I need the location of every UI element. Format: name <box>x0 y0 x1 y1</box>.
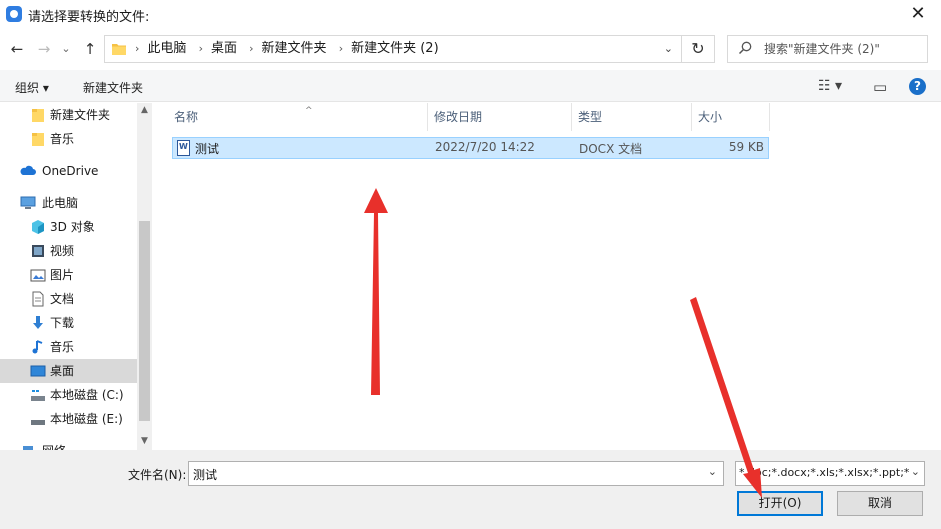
address-dropdown-icon[interactable]: ⌄ <box>664 36 673 62</box>
cancel-button[interactable]: 取消 <box>837 491 923 516</box>
sidebar-item-music-folder[interactable]: 音乐 <box>0 127 137 151</box>
address-bar[interactable]: › 此电脑 › 桌面 › 新建文件夹 › 新建文件夹 (2) ⌄ <box>104 35 682 63</box>
document-icon <box>32 291 44 307</box>
file-size: 59 KB <box>728 140 764 154</box>
scroll-up-icon[interactable]: ▲ <box>137 103 152 117</box>
sidebar-item-music[interactable]: 音乐 <box>0 335 137 359</box>
search-box[interactable] <box>727 35 928 63</box>
help-icon[interactable]: ? <box>909 78 926 95</box>
folder-icon <box>112 44 126 55</box>
folder-icon <box>32 133 44 146</box>
sidebar-scrollbar[interactable]: ▲ ▼ <box>137 103 152 450</box>
chevron-down-icon[interactable]: ⌄ <box>908 465 920 478</box>
word-document-icon <box>177 140 190 156</box>
computer-icon <box>20 196 36 209</box>
filename-combobox[interactable]: ⌄ <box>188 461 724 486</box>
organize-menu[interactable]: 组织 ▾ <box>15 79 49 96</box>
sort-ascending-icon: ^ <box>305 106 313 116</box>
sidebar-item-desktop[interactable]: 桌面 <box>0 359 137 383</box>
column-header-name[interactable]: 名称 ^ <box>168 103 428 131</box>
column-header-modified[interactable]: 修改日期 <box>428 103 572 131</box>
sidebar-item-this-pc[interactable]: 此电脑 <box>0 191 137 215</box>
scroll-down-icon[interactable]: ▼ <box>137 434 152 448</box>
up-button[interactable]: ↑ <box>79 38 101 60</box>
network-icon <box>23 446 33 450</box>
recent-locations-button[interactable]: ⌄ <box>58 38 74 60</box>
breadcrumb: › 此电脑 › 桌面 › 新建文件夹 › 新建文件夹 (2) <box>135 41 439 56</box>
app-icon <box>6 6 22 22</box>
chevron-down-icon[interactable]: ⌄ <box>708 465 717 478</box>
forward-button[interactable]: → <box>33 38 55 60</box>
sidebar-item-3d-objects[interactable]: 3D 对象 <box>0 215 137 239</box>
sidebar-item-network[interactable]: 网络 <box>0 439 137 450</box>
sidebar-item-drive-e[interactable]: 本地磁盘 (E:) <box>0 407 137 431</box>
sidebar-item-pictures[interactable]: 图片 <box>0 263 137 287</box>
file-type: DOCX 文档 <box>579 142 643 156</box>
folder-icon <box>32 109 44 122</box>
sidebar-item-drive-c[interactable]: 本地磁盘 (C:) <box>0 383 137 407</box>
sidebar-item-onedrive[interactable]: OneDrive <box>0 159 137 183</box>
video-icon <box>32 245 44 257</box>
column-header-size[interactable]: 大小 <box>692 103 770 131</box>
music-icon <box>32 340 43 354</box>
title-bar: 请选择要转换的文件: ✕ <box>0 0 941 30</box>
file-list: 名称 ^ 修改日期 类型 大小 测试 2022/7/20 14:22 DOCX … <box>156 103 941 450</box>
breadcrumb-this-pc[interactable]: 此电脑 <box>147 41 186 56</box>
search-input[interactable] <box>764 39 924 59</box>
column-header-type[interactable]: 类型 <box>572 103 692 131</box>
sidebar-item-new-folder[interactable]: 新建文件夹 <box>0 103 137 127</box>
sidebar-item-downloads[interactable]: 下载 <box>0 311 137 335</box>
cube-icon <box>32 220 44 234</box>
breadcrumb-desktop[interactable]: 桌面 <box>211 41 237 56</box>
new-folder-button[interactable]: 新建文件夹 <box>83 79 143 96</box>
cloud-icon <box>20 165 36 175</box>
sidebar-item-documents[interactable]: 文档 <box>0 287 137 311</box>
navigation-pane: 新建文件夹 音乐 OneDrive 此电脑 3D 对象 视频 图片 文档 下载 … <box>0 103 152 450</box>
file-type-filter[interactable]: *.doc;*.docx;*.xls;*.xlsx;*.ppt;* ⌄ <box>735 461 925 486</box>
breadcrumb-new-folder-2[interactable]: 新建文件夹 (2) <box>351 41 439 56</box>
filename-input[interactable] <box>193 464 693 484</box>
open-button[interactable]: 打开(O) <box>737 491 823 516</box>
refresh-button[interactable]: ↻ <box>682 35 715 63</box>
filename-label: 文件名(N): <box>128 468 187 482</box>
picture-icon <box>30 269 46 282</box>
breadcrumb-new-folder[interactable]: 新建文件夹 <box>262 41 327 56</box>
scrollbar-thumb[interactable] <box>139 221 150 421</box>
command-toolbar: 组织 ▾ 新建文件夹 ☷ ▾ ▭ ? <box>0 70 941 102</box>
download-icon <box>33 316 43 329</box>
dialog-footer: 文件名(N): ⌄ *.doc;*.docx;*.xls;*.xlsx;*.pp… <box>0 450 941 529</box>
close-button[interactable]: ✕ <box>895 0 941 30</box>
window-title: 请选择要转换的文件: <box>28 10 150 25</box>
file-modified: 2022/7/20 14:22 <box>435 140 535 154</box>
back-button[interactable]: ← <box>6 38 28 60</box>
desktop-icon <box>30 365 46 377</box>
search-icon <box>738 41 752 55</box>
navigation-row: ← → ⌄ ↑ › 此电脑 › 桌面 › 新建文件夹 › 新建文件夹 (2) ⌄ ↻ <box>0 30 941 68</box>
sidebar-item-videos[interactable]: 视频 <box>0 239 137 263</box>
preview-pane-icon[interactable]: ▭ <box>873 78 887 96</box>
file-type-filter-value: *.doc;*.docx;*.xls;*.xlsx;*.ppt;* <box>739 466 910 479</box>
drive-icon <box>31 420 45 425</box>
drive-icon <box>31 390 45 401</box>
view-options-icon[interactable]: ☷ ▾ <box>818 78 842 94</box>
table-row[interactable]: 测试 2022/7/20 14:22 DOCX 文档 59 KB <box>172 137 769 159</box>
file-name: 测试 <box>195 142 220 156</box>
